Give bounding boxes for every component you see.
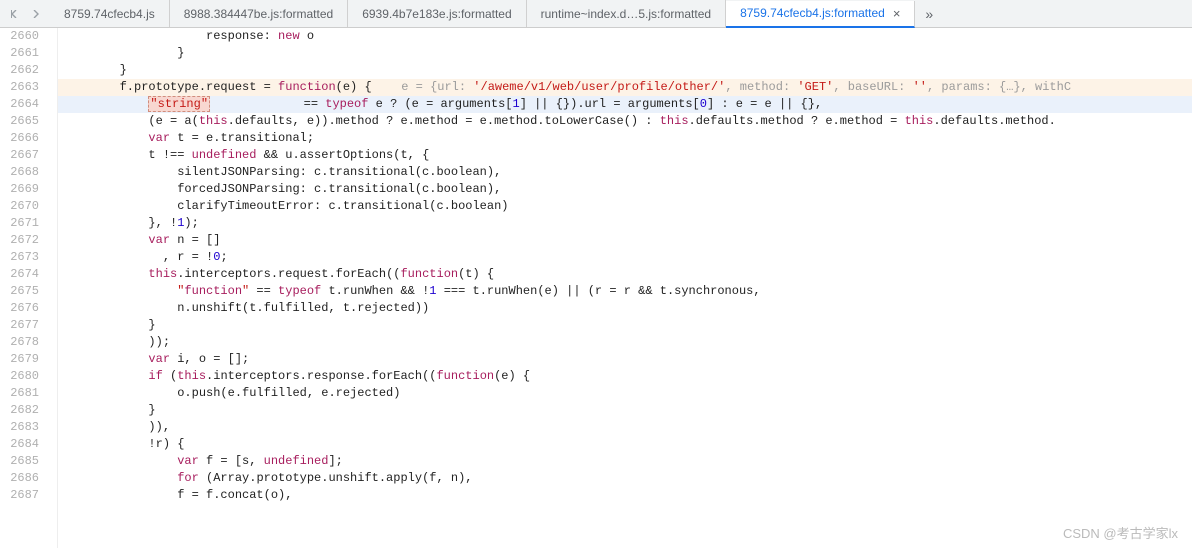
code-line: t !== undefined && u.assertOptions(t, { (58, 147, 1192, 164)
line-number: 2677 (0, 317, 39, 334)
tab-label: runtime~index.d…5.js:formatted (541, 7, 711, 21)
token-string-highlight: "string" (148, 96, 210, 112)
code-line: "function" == typeof t.runWhen && !1 ===… (58, 283, 1192, 300)
line-number: 2664 (0, 96, 39, 113)
tab-file-2[interactable]: 6939.4b7e183e.js:formatted (348, 0, 526, 27)
code-line: if (this.interceptors.response.forEach((… (58, 368, 1192, 385)
tab-file-0[interactable]: 8759.74cfecb4.js (50, 0, 170, 27)
code-line: }, !1); (58, 215, 1192, 232)
code-line: } (58, 45, 1192, 62)
line-gutter: 2660266126622663266426652666266726682669… (0, 28, 58, 548)
code-line: f = f.concat(o), (58, 487, 1192, 504)
line-number: 2685 (0, 453, 39, 470)
code-line: var f = [s, undefined]; (58, 453, 1192, 470)
code-line: for (Array.prototype.unshift.apply(f, n)… (58, 470, 1192, 487)
line-number: 2661 (0, 45, 39, 62)
line-number: 2675 (0, 283, 39, 300)
line-number: 2673 (0, 249, 39, 266)
code-line: forcedJSONParsing: c.transitional(c.bool… (58, 181, 1192, 198)
tab-label: 8759.74cfecb4.js:formatted (740, 6, 885, 20)
line-number: 2669 (0, 181, 39, 198)
line-number: 2670 (0, 198, 39, 215)
tab-label: 8988.384447be.js:formatted (184, 7, 333, 21)
code-line: var i, o = []; (58, 351, 1192, 368)
tab-bar: 8759.74cfecb4.js 8988.384447be.js:format… (0, 0, 1192, 28)
line-number: 2667 (0, 147, 39, 164)
tab-file-4[interactable]: 8759.74cfecb4.js:formatted × (726, 1, 915, 28)
line-number: 2660 (0, 28, 39, 45)
debug-inline-hint: e = {url: '/aweme/v1/web/user/profile/ot… (378, 80, 1073, 94)
code-line: (e = a(this.defaults, e)).method ? e.met… (58, 113, 1192, 130)
code-line: f.prototype.request = function(e) { e = … (58, 79, 1192, 96)
tab-overflow-icon[interactable]: » (915, 6, 943, 22)
code-line: )), (58, 419, 1192, 436)
line-number: 2684 (0, 436, 39, 453)
close-icon[interactable]: × (893, 6, 901, 21)
line-number: 2665 (0, 113, 39, 130)
line-number: 2683 (0, 419, 39, 436)
line-number: 2687 (0, 487, 39, 504)
code-line: this.interceptors.request.forEach((funct… (58, 266, 1192, 283)
code-line: var n = [] (58, 232, 1192, 249)
tab-label: 6939.4b7e183e.js:formatted (362, 7, 511, 21)
tab-scroll-right-icon[interactable] (26, 5, 44, 23)
line-number: 2679 (0, 351, 39, 368)
line-number (0, 504, 39, 521)
code-line: n.unshift(t.fulfilled, t.rejected)) (58, 300, 1192, 317)
line-number: 2686 (0, 470, 39, 487)
line-number: 2668 (0, 164, 39, 181)
tab-label: 8759.74cfecb4.js (64, 7, 155, 21)
line-number: 2676 (0, 300, 39, 317)
line-number: 2672 (0, 232, 39, 249)
line-number: 2674 (0, 266, 39, 283)
line-number: 2680 (0, 368, 39, 385)
tab-scroll-left-icon[interactable] (6, 5, 24, 23)
line-number: 2666 (0, 130, 39, 147)
tab-nav-icons (0, 5, 50, 23)
tab-file-3[interactable]: runtime~index.d…5.js:formatted (527, 0, 726, 27)
code-content[interactable]: response: new o } } f.prototype.request … (58, 28, 1192, 548)
code-line: clarifyTimeoutError: c.transitional(c.bo… (58, 198, 1192, 215)
code-line: } (58, 317, 1192, 334)
code-line: } (58, 402, 1192, 419)
line-number: 2671 (0, 215, 39, 232)
line-number: 2663 (0, 79, 39, 96)
code-line: , r = !0; (58, 249, 1192, 266)
code-line: "string" == typeof e ? (e = arguments[1]… (58, 96, 1192, 113)
code-line: var t = e.transitional; (58, 130, 1192, 147)
line-number: 2681 (0, 385, 39, 402)
code-line: !r) { (58, 436, 1192, 453)
line-number: 2662 (0, 62, 39, 79)
code-line: response: new o (58, 28, 1192, 45)
code-line: o.push(e.fulfilled, e.rejected) (58, 385, 1192, 402)
code-line: silentJSONParsing: c.transitional(c.bool… (58, 164, 1192, 181)
line-number: 2682 (0, 402, 39, 419)
code-area: 2660266126622663266426652666266726682669… (0, 28, 1192, 548)
code-line: )); (58, 334, 1192, 351)
tab-file-1[interactable]: 8988.384447be.js:formatted (170, 0, 348, 27)
code-line: } (58, 62, 1192, 79)
line-number: 2678 (0, 334, 39, 351)
